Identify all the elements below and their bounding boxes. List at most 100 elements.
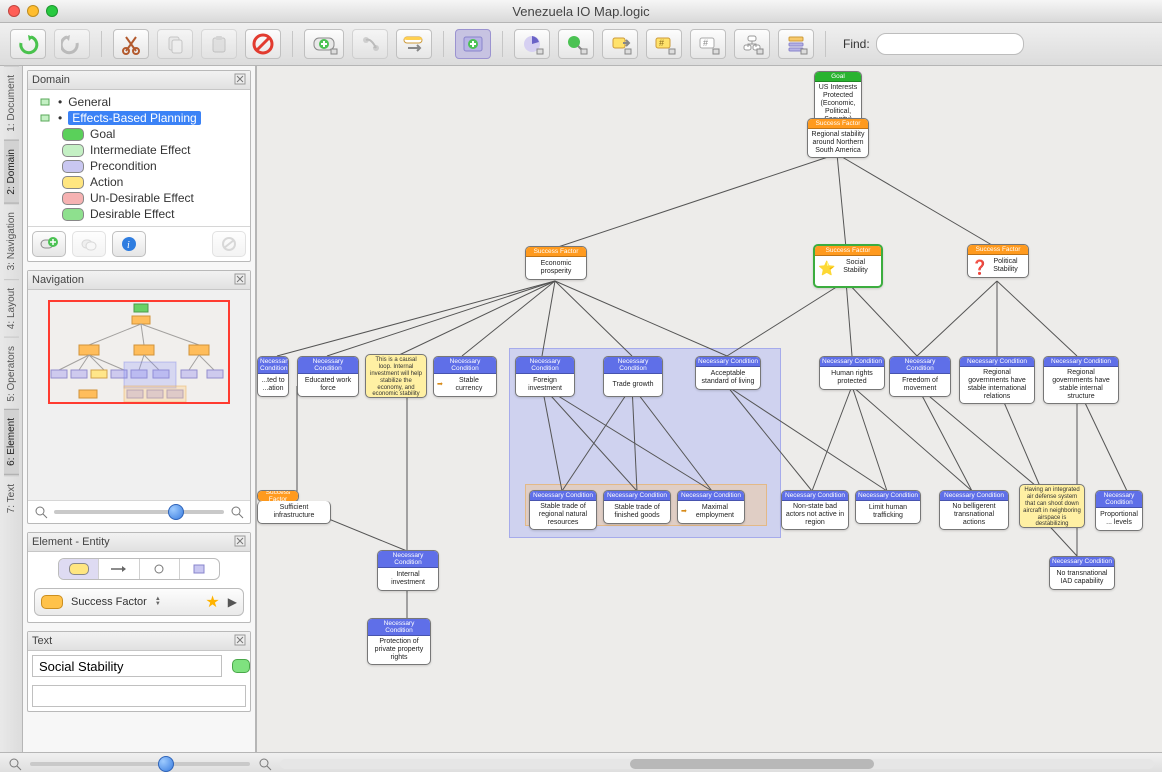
node-nc-stable-currency[interactable]: Necessary Condition ➡Stable currency [433,356,497,397]
entity-menu-button[interactable] [396,29,432,59]
info-button[interactable]: i [112,231,146,257]
node-sf-top[interactable]: Success Factor Regional stability around… [807,118,869,158]
star-tag-button[interactable]: # [646,29,682,59]
redo-button[interactable] [54,29,90,59]
add-entity-button[interactable] [304,29,344,59]
zoom-out-icon[interactable] [34,505,48,519]
tab-domain[interactable]: 2: Domain [4,140,19,204]
tree-row-desirable-effect[interactable]: Desirable Effect [32,206,246,222]
node-sf-political[interactable]: Success Factor ❓ Political Stability [967,244,1029,278]
clone-button[interactable] [72,231,106,257]
node-nc-property-rights[interactable]: Necessary ConditionProtection of private… [367,618,431,665]
seg-arrow-icon[interactable] [99,559,139,579]
tab-element[interactable]: 6: Element [4,409,19,475]
node-nc-educated-workforce[interactable]: Necessary ConditionEducated work force [297,356,359,397]
node-nc-natural-resources[interactable]: Necessary ConditionStable trade of regio… [529,490,597,530]
tree-row-precondition[interactable]: Precondition [32,158,246,174]
node-nc-no-belligerent[interactable]: Necessary ConditionNo belligerent transn… [939,490,1009,530]
nav-minimap[interactable] [28,290,250,500]
prohibit-button[interactable] [212,231,246,257]
paste-button[interactable] [201,29,237,59]
text-input[interactable] [32,655,222,677]
tab-layout[interactable]: 4: Layout [4,279,19,337]
node-nc-foreign-investment[interactable]: Necessary ConditionForeign investment [515,356,575,397]
nav-viewport-frame[interactable] [48,300,230,404]
star-icon[interactable]: ★ [205,592,219,612]
node-nc-no-iad[interactable]: Necessary ConditionNo transnational IAD … [1049,556,1115,590]
node-sf-economic[interactable]: Success Factor Economic prosperity [525,246,587,280]
tab-text[interactable]: 7: Text [4,475,19,521]
element-mode-segmented[interactable] [58,558,220,580]
tree-row-undesirable-effect[interactable]: Un-Desirable Effect [32,190,246,206]
canvas-zoom-slider[interactable] [30,762,250,766]
type-stepper[interactable]: ▲▼ [155,597,165,607]
arrow-right-icon: ➡ [681,508,687,516]
hash-tag-button[interactable]: # [690,29,726,59]
find-label: Find: [843,37,870,51]
new-entity-button[interactable] [32,231,66,257]
undo-button[interactable] [10,29,46,59]
node-sf-social[interactable]: Success Factor ⭐ Social Stability [813,244,883,288]
layout-tree-button[interactable] [778,29,814,59]
nav-zoom-slider[interactable] [54,510,224,514]
domain-footer-buttons: i [28,226,250,261]
svg-text:#: # [659,38,664,48]
node-nc-freedom-movement[interactable]: Necessary ConditionFreedom of movement [889,356,951,397]
diagram-canvas[interactable]: Goal US Interests Protected (Economic, P… [256,66,1162,752]
pie-chart-button[interactable] [514,29,550,59]
window-title: Venezuela IO Map.logic [0,4,1162,19]
domain-panel-title: Domain [32,74,70,86]
tree-row-action[interactable]: Action [32,174,246,190]
delete-button[interactable] [245,29,281,59]
zoom-in-icon[interactable] [230,505,244,519]
text-color-swatch[interactable] [232,659,250,673]
node-nc-trade-growth[interactable]: Necessary ConditionTrade growth [603,356,663,397]
node-nc-maximal-employment[interactable]: Necessary Condition ➡Maximal employment [677,490,745,524]
horizontal-scrollbar[interactable] [280,759,1154,769]
sidebar: Domain •General •Effects-Based Planning … [23,66,256,752]
node-nc-cut-left[interactable]: Necessary Condition...ted to ...ation [257,356,289,397]
green-flag-button[interactable] [558,29,594,59]
close-icon[interactable] [234,634,246,646]
tree-row-general[interactable]: •General [32,94,246,110]
node-sf-infra[interactable]: Sufficient infrastructure [257,501,331,524]
node-nc-internal-investment[interactable]: Necessary ConditionInternal investment [377,550,439,591]
tree-row-intermediate-effect[interactable]: Intermediate Effect [32,142,246,158]
zoom-in-icon[interactable] [258,757,272,771]
tab-document[interactable]: 1: Document [4,66,19,140]
expand-right-icon[interactable]: ▶ [228,595,237,609]
node-nc-finished-goods[interactable]: Necessary ConditionStable trade of finis… [603,490,671,524]
link-button[interactable] [352,29,388,59]
node-nc-intl-relations[interactable]: Necessary ConditionRegional governments … [959,356,1035,404]
seg-box-icon[interactable] [180,559,219,579]
node-note-iad[interactable]: Having an integrated air defense system … [1019,484,1085,528]
close-icon[interactable] [234,273,246,285]
node-nc-proportional[interactable]: Necessary ConditionProportional ... leve… [1095,490,1143,531]
node-nc-internal-structure[interactable]: Necessary ConditionRegional governments … [1043,356,1119,404]
layout-vertical-button[interactable] [734,29,770,59]
node-nc-standard-of-living[interactable]: Necessary ConditionAcceptable standard o… [695,356,761,390]
question-icon: ❓ [971,259,988,276]
close-icon[interactable] [234,73,246,85]
find-input[interactable] [876,33,1024,55]
node-nc-human-rights[interactable]: Necessary ConditionHuman rights protecte… [819,356,885,390]
zoom-out-icon[interactable] [8,757,22,771]
tree-row-effects-based-planning[interactable]: •Effects-Based Planning [32,110,246,126]
seg-fill-icon[interactable] [59,559,99,579]
add-group-button[interactable] [455,29,491,59]
tab-operators[interactable]: 5: Operators [4,337,19,410]
svg-text:i: i [127,240,130,251]
seg-circle-icon[interactable] [140,559,180,579]
domain-tree[interactable]: •General •Effects-Based Planning Goal In… [28,90,250,226]
close-icon[interactable] [234,535,246,547]
node-nc-nonstate-actors[interactable]: Necessary ConditionNon-state bad actors … [781,490,849,530]
node-nc-trafficking[interactable]: Necessary ConditionLimit human trafficki… [855,490,921,524]
cut-button[interactable] [113,29,149,59]
text-input-secondary[interactable] [32,685,246,707]
copy-button[interactable] [157,29,193,59]
tab-navigation[interactable]: 3: Navigation [4,203,19,278]
yellow-tag-button[interactable] [602,29,638,59]
node-note-causal-loop[interactable]: This is a causal loop. Internal investme… [365,354,427,398]
tree-row-goal[interactable]: Goal [32,126,246,142]
element-type-selector[interactable]: Success Factor ▲▼ ★ ▶ [34,588,244,616]
